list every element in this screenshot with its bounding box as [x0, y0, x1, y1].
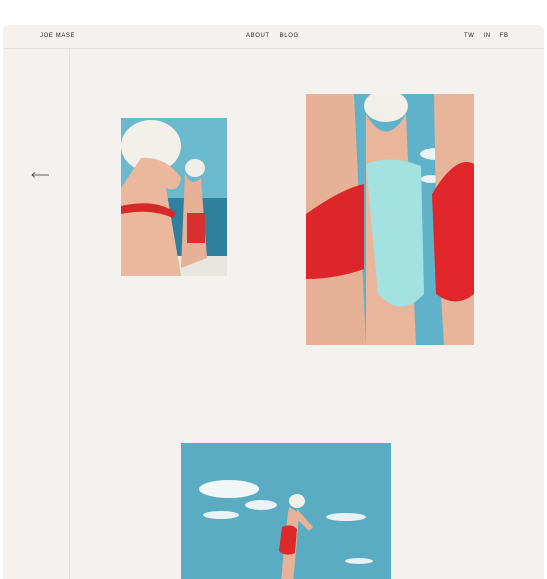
social-link-twitter[interactable]: TW [464, 33, 475, 39]
three-swimsuits-photo[interactable] [306, 94, 474, 345]
nav-link-about[interactable]: ABOUT [246, 33, 270, 39]
page-frame: JOE MASE ABOUT BLOG TW IN FB [3, 25, 544, 579]
social-link-facebook[interactable]: FB [500, 33, 509, 39]
main-nav: ABOUT BLOG [246, 33, 299, 39]
sidebar-divider [69, 49, 70, 579]
site-logo-text[interactable]: JOE MASE [40, 33, 75, 39]
top-navigation-bar: JOE MASE ABOUT BLOG TW IN FB [3, 25, 544, 49]
social-link-instagram[interactable]: IN [484, 33, 491, 39]
back-arrow-icon[interactable] [30, 171, 50, 179]
social-links: TW IN FB [464, 33, 509, 39]
nav-link-blog[interactable]: BLOG [280, 33, 299, 39]
swimmers-in-caps-photo[interactable] [121, 118, 227, 276]
swimmer-under-sky-photo[interactable] [181, 443, 391, 579]
